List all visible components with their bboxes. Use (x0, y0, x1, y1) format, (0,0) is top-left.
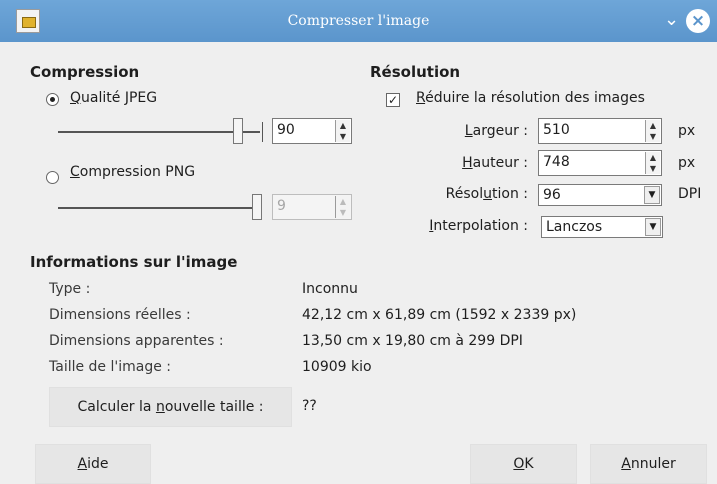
png-compression-radio[interactable] (46, 171, 59, 184)
interpolation-value: Lanczos (546, 219, 603, 235)
spin-arrows-icon[interactable]: ▲ ▼ (645, 152, 660, 174)
chevron-down-icon[interactable]: ⌄ (664, 9, 679, 30)
png-compression-spinbox[interactable]: 9 ▲ ▼ (272, 194, 352, 220)
ok-rest: K (524, 456, 534, 472)
window-title: Compresser l'image (287, 13, 430, 29)
jpeg-quality-slider[interactable] (58, 131, 260, 133)
width-unit: px (678, 123, 696, 139)
jpeg-quality-value: 90 (277, 122, 295, 138)
resolution-combobox[interactable]: 96 ▼ (538, 184, 662, 206)
reduce-resolution-label: Réduire la résolution des images (416, 90, 645, 106)
cancel-button[interactable]: Annuler (590, 444, 707, 484)
interpolation-label: Interpolation : (429, 218, 528, 234)
resolution-unit: DPI (678, 186, 702, 202)
type-value: Inconnu (302, 281, 358, 297)
real-dimensions-label: Dimensions réelles : (49, 307, 191, 323)
png-compression-label: Compression PNG (70, 164, 196, 180)
height-value: 748 (543, 154, 570, 170)
interpolation-combobox[interactable]: Lanczos ▼ (541, 216, 663, 238)
calc-pre: Calculer la (77, 399, 156, 415)
reduce-resolution-checkbox[interactable]: ✓ (386, 93, 400, 107)
apparent-dimensions-value: 13,50 cm x 19,80 cm à 299 DPI (302, 333, 523, 349)
image-size-value: 10909 kio (302, 359, 372, 375)
slider-end-tick (262, 122, 263, 142)
interpolation-label-rest: nterpolation : (433, 218, 528, 234)
real-dimensions-value: 42,12 cm x 61,89 cm (1592 x 2339 px) (302, 307, 577, 323)
apparent-dimensions-label: Dimensions apparentes : (49, 333, 224, 349)
width-label-rest: argeur : (472, 123, 528, 139)
png-compression-label-rest: ompression PNG (79, 164, 196, 180)
reduce-resolution-label-rest: éduire la résolution des images (425, 90, 645, 106)
width-value: 510 (543, 122, 570, 138)
dropdown-arrow-icon[interactable]: ▼ (644, 186, 660, 204)
spin-arrows-icon[interactable]: ▲ ▼ (645, 120, 660, 142)
cancel-rest: nnuler (630, 456, 676, 472)
width-spinbox[interactable]: 510 ▲ ▼ (538, 118, 662, 144)
height-unit: px (678, 155, 696, 171)
compression-heading: Compression (30, 63, 140, 81)
image-size-label: Taille de l'image : (49, 359, 172, 375)
jpeg-quality-slider-thumb[interactable] (233, 118, 243, 144)
info-heading: Informations sur l'image (30, 253, 238, 271)
type-label: Type : (49, 281, 91, 297)
calculate-size-button[interactable]: Calculer la nouvelle taille : (49, 387, 292, 427)
png-compression-value: 9 (277, 198, 286, 214)
title-bar: Compresser l'image ⌄ × (0, 0, 717, 42)
dropdown-arrow-icon[interactable]: ▼ (645, 218, 661, 236)
help-rest: ide (87, 456, 109, 472)
resolution-value: 96 (543, 187, 561, 203)
jpeg-quality-radio[interactable] (46, 93, 59, 106)
spin-arrows-icon[interactable]: ▲ ▼ (335, 120, 350, 142)
png-compression-slider[interactable] (58, 207, 258, 209)
calc-rest: ouvelle taille : (164, 399, 264, 415)
spin-arrows-icon[interactable]: ▲ ▼ (335, 196, 350, 218)
height-spinbox[interactable]: 748 ▲ ▼ (538, 150, 662, 176)
resolution-label-pre: Résol (445, 186, 484, 202)
png-compression-slider-thumb[interactable] (252, 194, 262, 220)
jpeg-quality-spinbox[interactable]: 90 ▲ ▼ (272, 118, 352, 144)
jpeg-quality-label-rest: ualité JPEG (81, 90, 158, 106)
jpeg-quality-label: Qualité JPEG (70, 90, 158, 106)
ok-button[interactable]: OK (470, 444, 577, 484)
compress-image-dialog: Compresser l'image ⌄ × Compression Quali… (0, 0, 717, 484)
calc-result: ?? (302, 398, 317, 414)
close-icon[interactable]: × (686, 9, 710, 33)
height-label: Hauteur : (462, 155, 528, 171)
help-button[interactable]: Aide (35, 444, 151, 484)
resolution-label: Résolution : (445, 186, 528, 202)
width-label: Largeur : (464, 123, 528, 139)
resolution-heading: Résolution (370, 63, 461, 81)
resolution-label-rest: tion : (492, 186, 528, 202)
height-label-rest: auteur : (472, 155, 528, 171)
